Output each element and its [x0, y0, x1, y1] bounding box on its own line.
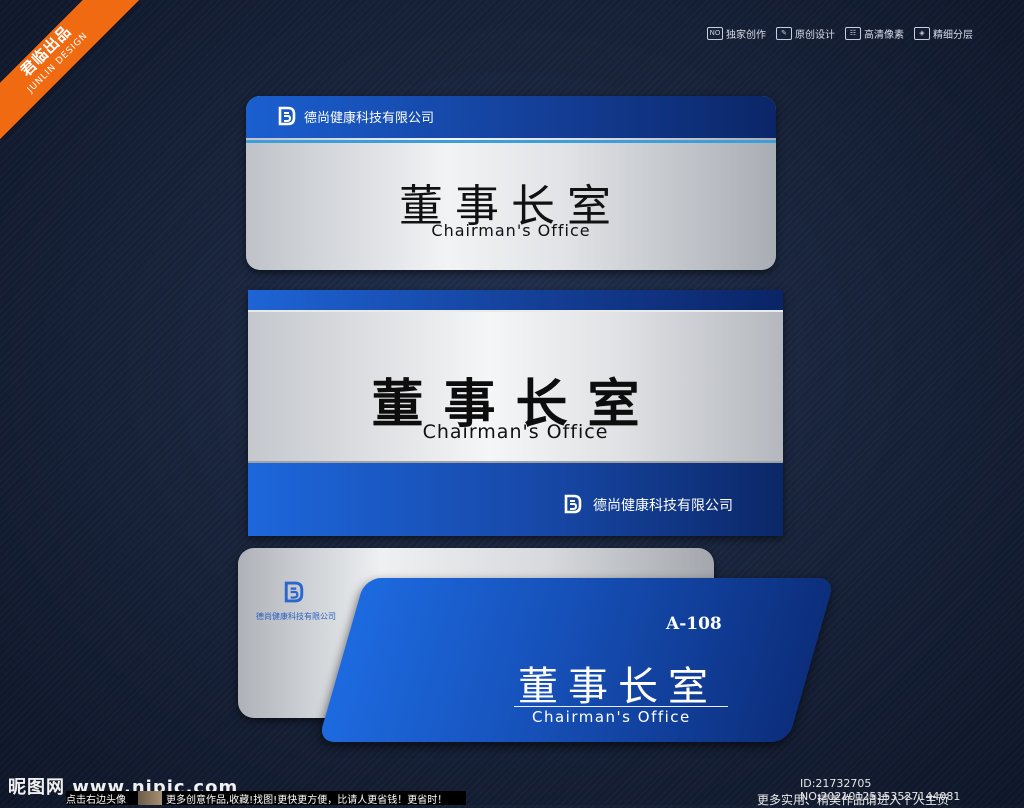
corner-ribbon: 君临出品 JUNLIN DESIGN — [0, 0, 140, 140]
homepage-hint: 更多实用、精美作品请进入个人主页 — [757, 793, 950, 807]
badge-label: 精细分层 — [933, 30, 973, 41]
badge-layers: ◈ 精细分层 — [914, 26, 973, 41]
plate3-company-name: 德尚健康科技有限公司 — [256, 612, 336, 621]
no-icon: NO — [707, 27, 723, 40]
door-plate-3: 德尚健康科技有限公司 A-108 董事长室 Chairman's Office — [238, 548, 836, 748]
plate3-room-code: A-108 — [666, 614, 722, 634]
ribbon-label: 君临出品 JUNLIN DESIGN — [0, 0, 140, 140]
badge-label: 独家创作 — [726, 30, 766, 41]
plate2-top-band — [248, 290, 783, 310]
plate2-company-name: 德尚健康科技有限公司 — [593, 498, 733, 514]
badge-hd: ☷ 高清像素 — [845, 26, 904, 41]
plate3-title: 董事长室 — [518, 664, 718, 710]
layers-icon: ◈ — [914, 27, 930, 40]
company-logo-icon — [564, 494, 582, 514]
pencil-icon: ✎ — [776, 27, 792, 40]
plate1-cyan-line — [246, 140, 776, 143]
plate1-subtitle: Chairman's Office — [431, 221, 591, 240]
plate2-subtitle: Chairman's Office — [422, 421, 609, 443]
badge-original: ✎ 原创设计 — [776, 26, 835, 41]
badge-label: 高清像素 — [864, 30, 904, 41]
door-plate-2: 董事长室 Chairman's Office 德尚健康科技有限公司 — [248, 290, 783, 536]
company-logo-icon — [284, 581, 304, 603]
footer-left-hint: 点击右边头像 — [66, 795, 126, 806]
feature-badges: NO 独家创作 ✎ 原创设计 ☷ 高清像素 ◈ 精细分层 — [707, 26, 973, 41]
plate1-company-name: 德尚健康科技有限公司 — [304, 111, 435, 126]
company-logo-icon — [278, 106, 296, 126]
badge-label: 原创设计 — [795, 30, 835, 41]
plate3-subtitle: Chairman's Office — [532, 708, 691, 726]
badge-exclusive: NO 独家创作 — [707, 26, 766, 41]
author-avatar — [138, 791, 162, 805]
plate3-divider — [514, 706, 728, 707]
door-plate-1: 德尚健康科技有限公司 董事长室 Chairman's Office — [246, 96, 776, 270]
footer-right-hint: 更多创意作品,收藏!找图!更快更方便，比请人更省钱！更省时！ — [166, 795, 448, 806]
grid-icon: ☷ — [845, 27, 861, 40]
site-logo: 昵图网 — [8, 777, 65, 798]
